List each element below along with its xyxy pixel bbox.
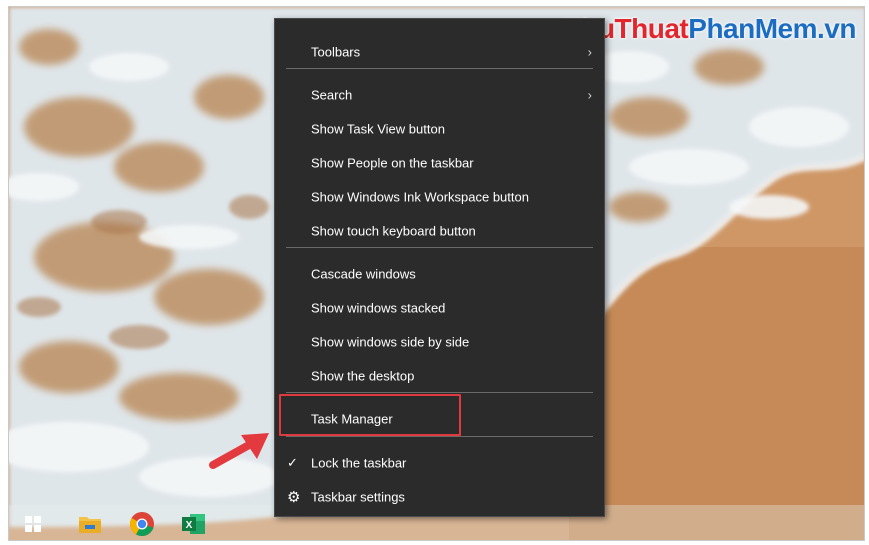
menu-separator [286,392,593,393]
taskbar-context-menu: Toolbars › Search › Show Task View butto… [274,18,605,517]
menu-item-label: Show windows side by side [311,334,470,350]
menu-item-cascade-windows[interactable]: Cascade windows [275,257,604,291]
menu-item-label: Lock the taskbar [311,455,407,471]
menu-separator [286,436,593,437]
menu-item-show-windows-stacked[interactable]: Show windows stacked [275,291,604,325]
menu-item-label: Show Windows Ink Workspace button [311,189,529,205]
annotation-arrow-icon [207,427,277,476]
gear-icon: ⚙ [287,489,301,506]
menu-item-label: Taskbar settings [311,489,405,505]
menu-item-toolbars[interactable]: Toolbars › [275,35,604,69]
menu-item-label: Show touch keyboard button [311,223,476,239]
watermark-part-5: .vn [817,13,856,44]
menu-item-label: Cascade windows [311,266,416,282]
menu-separator [286,247,593,248]
menu-item-label: Show the desktop [311,368,415,384]
menu-item-show-desktop[interactable]: Show the desktop [275,359,604,393]
checkmark-icon: ✓ [287,455,298,470]
menu-item-label: Show Task View button [311,121,445,137]
windows-start-icon[interactable] [25,516,41,532]
watermark-part-4: Mem [754,13,818,44]
site-watermark: ThuThuatPhanMem.vn [565,13,857,44]
watermark-part-2: Thuat [614,13,689,44]
watermark-part-3: Phan [688,13,755,44]
excel-letter: X [186,520,193,531]
menu-item-label: Toolbars [311,44,361,60]
chrome-icon[interactable] [129,511,155,537]
menu-item-show-windows-side-by-side[interactable]: Show windows side by side [275,325,604,359]
chevron-right-icon: › [587,44,592,60]
menu-item-show-ink-workspace[interactable]: Show Windows Ink Workspace button [275,180,604,214]
menu-item-show-people[interactable]: Show People on the taskbar [275,146,604,180]
menu-separator [286,68,593,69]
taskbar: X [9,505,269,540]
file-explorer-icon[interactable] [77,511,103,537]
menu-item-label: Show windows stacked [311,300,446,316]
menu-item-label: Show People on the taskbar [311,155,474,171]
chevron-right-icon: › [587,87,592,103]
menu-item-lock-taskbar[interactable]: ✓ Lock the taskbar [275,446,604,480]
menu-item-label: Search [311,87,353,103]
menu-item-taskbar-settings[interactable]: ⚙ Taskbar settings [275,480,604,514]
screenshot-frame: ThuThuatPhanMem.vn Toolbars › Search › S… [8,6,865,541]
task-manager-highlight-box [279,394,461,436]
menu-item-search[interactable]: Search › [275,78,604,112]
menu-item-show-task-view-button[interactable]: Show Task View button [275,112,604,146]
excel-icon[interactable]: X [181,511,207,537]
menu-item-show-touch-keyboard[interactable]: Show touch keyboard button [275,214,604,248]
